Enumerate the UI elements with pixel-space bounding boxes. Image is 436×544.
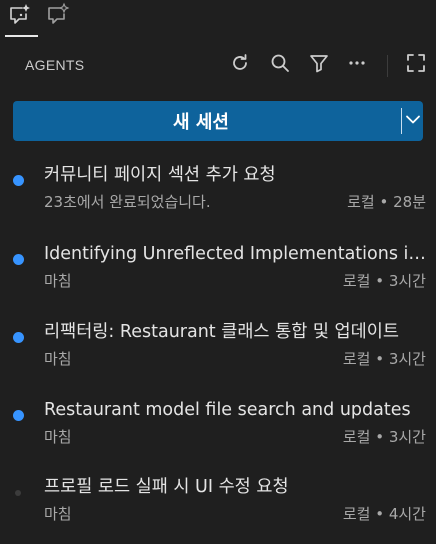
session-meta: 로컬 • 3시간 bbox=[342, 428, 426, 446]
session-status: 마침 bbox=[44, 350, 72, 368]
read-indicator bbox=[15, 490, 21, 496]
session-title: Identifying Unreflected Implementations … bbox=[44, 244, 428, 264]
maximize-button[interactable] bbox=[403, 52, 429, 78]
unread-indicator bbox=[13, 332, 24, 343]
filter-button[interactable] bbox=[306, 52, 332, 78]
filter-icon bbox=[308, 52, 330, 78]
session-time: 3시간 bbox=[388, 428, 426, 446]
session-status: 23초에서 완료되었습니다. bbox=[44, 193, 211, 211]
maximize-icon bbox=[405, 52, 427, 78]
agents-panel: AGENTS 새 세션 커뮤니티 페이지 섹션 추가 요청 23초에서 완료되었… bbox=[0, 0, 436, 544]
unread-indicator bbox=[13, 254, 24, 265]
view-tab-strip bbox=[0, 0, 436, 38]
unread-indicator bbox=[13, 175, 24, 186]
session-meta: 로컬 • 3시간 bbox=[342, 350, 426, 368]
session-time: 3시간 bbox=[388, 350, 426, 368]
more-icon bbox=[346, 52, 368, 78]
session-location: 로컬 bbox=[342, 505, 371, 523]
active-tab-indicator bbox=[5, 35, 38, 37]
session-location: 로컬 bbox=[347, 193, 375, 211]
tab-chat[interactable] bbox=[40, 0, 76, 38]
session-title: 커뮤니티 페이지 섹션 추가 요청 bbox=[44, 165, 276, 185]
refresh-button[interactable] bbox=[227, 52, 253, 78]
tab-agents[interactable] bbox=[2, 0, 38, 38]
session-time: 4시간 bbox=[388, 505, 426, 523]
panel-title: AGENTS bbox=[25, 57, 85, 73]
session-status: 마침 bbox=[44, 428, 72, 446]
session-meta: 로컬 • 28분 bbox=[347, 193, 426, 211]
session-title: 프로필 로드 실패 시 UI 수정 요청 bbox=[44, 477, 289, 497]
session-status: 마침 bbox=[44, 272, 72, 290]
header-divider bbox=[387, 55, 388, 77]
unread-indicator bbox=[13, 410, 24, 421]
chat-sparkle-icon bbox=[7, 2, 33, 32]
session-title: Restaurant model file search and updates bbox=[44, 400, 411, 420]
refresh-icon bbox=[229, 52, 251, 78]
more-actions-button[interactable] bbox=[344, 52, 370, 78]
session-meta: 로컬 • 3시간 bbox=[342, 272, 426, 290]
session-time: 28분 bbox=[393, 193, 426, 211]
session-item[interactable]: Identifying Unreflected Implementations … bbox=[0, 242, 436, 314]
session-title: 리팩터링: Restaurant 클래스 통합 및 업데이트 bbox=[44, 322, 399, 342]
session-location: 로컬 bbox=[342, 350, 371, 368]
session-location: 로컬 bbox=[342, 428, 371, 446]
session-location: 로컬 bbox=[342, 272, 371, 290]
split-button-divider bbox=[401, 108, 402, 134]
new-session-button[interactable]: 새 세션 bbox=[13, 101, 389, 141]
session-item[interactable]: 리팩터링: Restaurant 클래스 통합 및 업데이트 마침 로컬 • 3… bbox=[0, 320, 436, 392]
new-session-split-button: 새 세션 bbox=[13, 101, 423, 141]
search-button[interactable] bbox=[267, 52, 293, 78]
chat-sparkle-outline-icon bbox=[45, 2, 71, 32]
session-item[interactable]: 커뮤니티 페이지 섹션 추가 요청 23초에서 완료되었습니다. 로컬 • 28… bbox=[0, 163, 436, 235]
chevron-down-icon bbox=[404, 110, 422, 132]
session-item[interactable]: Restaurant model file search and updates… bbox=[0, 398, 436, 470]
session-status: 마침 bbox=[44, 505, 72, 523]
session-time: 3시간 bbox=[388, 272, 426, 290]
panel-header: AGENTS bbox=[0, 38, 436, 94]
search-icon bbox=[269, 52, 291, 78]
session-meta: 로컬 • 4시간 bbox=[342, 505, 426, 523]
session-item[interactable]: 프로필 로드 실패 시 UI 수정 요청 마침 로컬 • 4시간 bbox=[0, 475, 436, 544]
new-session-dropdown-button[interactable] bbox=[403, 101, 423, 141]
